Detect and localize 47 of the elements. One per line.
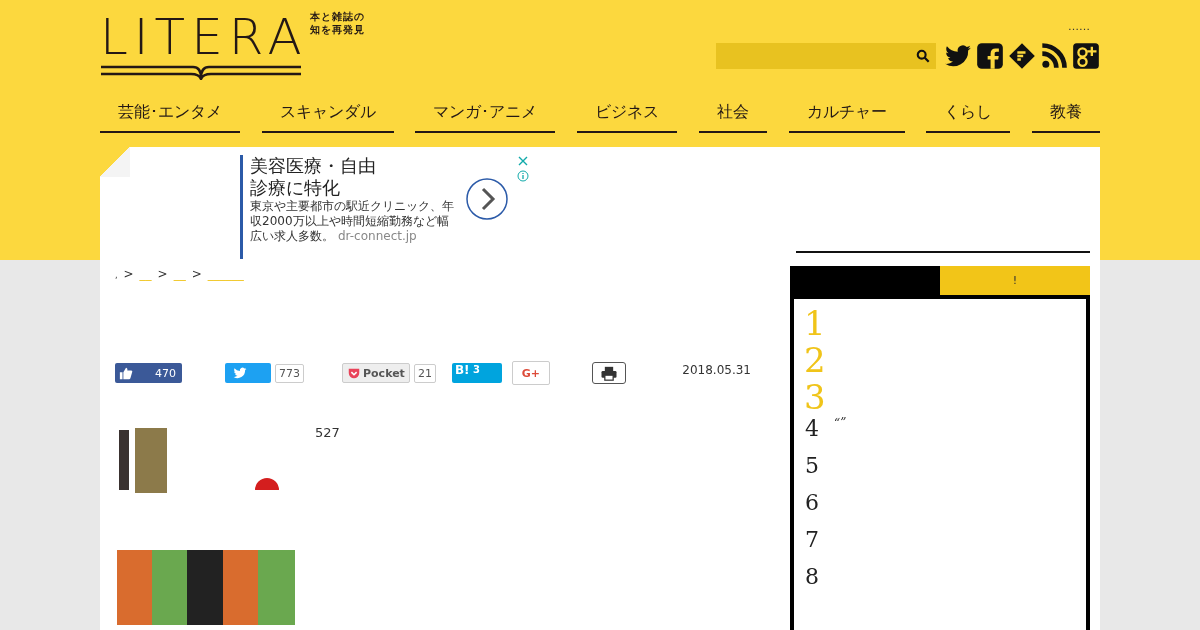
breadcrumb-separator: > bbox=[123, 267, 134, 281]
printer-icon bbox=[599, 365, 618, 381]
close-icon[interactable] bbox=[517, 155, 529, 167]
rank-number: 6 bbox=[804, 490, 820, 515]
chevron-button-icon[interactable] bbox=[465, 177, 509, 221]
ranking-link[interactable]: “” bbox=[834, 416, 847, 430]
google-plus-button[interactable]: G+ bbox=[511, 361, 550, 385]
nav-tab[interactable]: スキャンダル bbox=[261, 96, 394, 133]
pocket-icon bbox=[347, 366, 361, 380]
nav-tab[interactable]: 芸能･エンタメ bbox=[100, 96, 240, 133]
logo-tagline: 本と雑誌の 知を再発見 bbox=[310, 10, 365, 37]
breadcrumb-separator: > bbox=[157, 267, 168, 281]
article-text: 527 bbox=[315, 425, 340, 442]
nav-tab[interactable]: 社会 bbox=[698, 96, 767, 133]
breadcrumb-separator: > bbox=[191, 267, 202, 281]
nav-tab[interactable]: 教養 bbox=[1031, 96, 1100, 133]
search-icon[interactable] bbox=[916, 49, 930, 63]
rank-number: 5 bbox=[804, 453, 820, 478]
site-logo[interactable]: LITERA bbox=[100, 10, 302, 92]
rss-icon[interactable] bbox=[1040, 42, 1068, 70]
google-plus-icon[interactable] bbox=[1072, 42, 1100, 70]
rank-number: 1 bbox=[804, 305, 820, 341]
bird-icon bbox=[233, 366, 247, 380]
search-field[interactable] bbox=[716, 43, 936, 69]
rank-number: 7 bbox=[804, 527, 820, 552]
thumbs-up-icon bbox=[119, 366, 133, 380]
pocket-button[interactable]: Pocket bbox=[342, 363, 410, 383]
header-dots: …… bbox=[1068, 20, 1090, 35]
nav-tab[interactable]: カルチャー bbox=[788, 96, 905, 133]
ranking-tab[interactable]: ! bbox=[940, 266, 1090, 295]
tweet-count: 773 bbox=[275, 363, 304, 383]
like-button[interactable]: 470 bbox=[115, 363, 182, 383]
rank-number: 8 bbox=[804, 564, 820, 589]
nav-tab[interactable]: マンガ･アニメ bbox=[415, 96, 556, 133]
facebook-icon[interactable] bbox=[976, 42, 1004, 70]
print-button[interactable] bbox=[591, 362, 626, 384]
pocket-count: 21 bbox=[413, 363, 436, 383]
nav-tab[interactable]: くらし bbox=[926, 96, 1011, 133]
feedly-icon[interactable] bbox=[1008, 42, 1036, 70]
tweet-button[interactable] bbox=[225, 363, 271, 383]
ad-description: 東京や主要都市の駅近クリニック、年収2000万以上や時間短縮勤務など幅広い求人多数。 dr-connect.jp bbox=[250, 199, 455, 244]
publish-date: 2018.05.31 bbox=[682, 363, 751, 377]
ad-headline[interactable]: 美容医療・自由診療に特化 bbox=[250, 155, 385, 199]
nav-tab[interactable]: ビジネス bbox=[577, 96, 678, 133]
breadcrumb-text: , bbox=[115, 271, 118, 280]
ad-banner[interactable]: 美容医療・自由診療に特化 東京や主要都市の駅近クリニック、年収2000万以上や時間短縮勤務など幅広い求人多数。 dr-connect.jp bbox=[240, 147, 680, 259]
rank-number: 4 bbox=[804, 416, 820, 441]
